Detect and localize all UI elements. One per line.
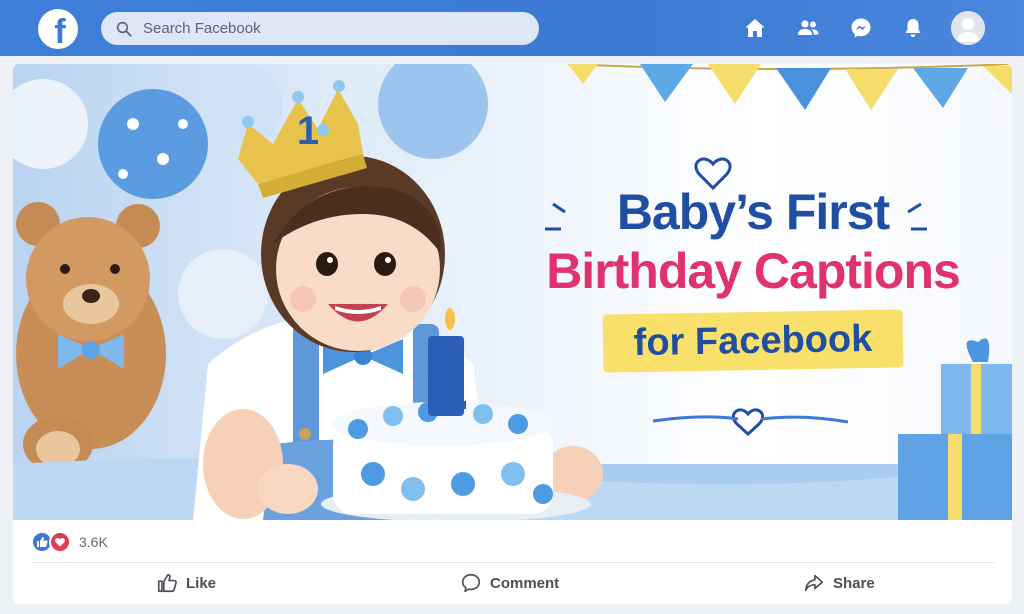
facebook-logo[interactable]: f: [38, 9, 78, 51]
home-icon: [745, 19, 765, 37]
user-silhouette-icon: [951, 11, 985, 45]
post-image-headline: Baby’s First Birthday Captions for Faceb…: [543, 184, 963, 373]
like-button[interactable]: Like: [156, 568, 216, 598]
comment-icon: [461, 573, 481, 593]
headline-line-2: Birthday Captions: [546, 243, 961, 299]
heart-icon: [55, 538, 65, 547]
search-bar[interactable]: [101, 12, 539, 45]
post-card: 1 1 Baby’s First Birthday Captions for F…: [13, 64, 1012, 604]
post-image[interactable]: 1 1 Baby’s First Birthday Captions for F…: [13, 64, 1012, 520]
bell-icon: [905, 19, 921, 37]
thumbs-up-icon: [37, 537, 48, 547]
reaction-count: 3.6K: [79, 534, 108, 550]
messenger-button[interactable]: [847, 14, 875, 42]
like-label: Like: [186, 574, 217, 592]
share-icon: [804, 574, 824, 592]
love-reaction-icon: [49, 531, 71, 553]
share-label: Share: [833, 574, 875, 592]
search-input[interactable]: [143, 20, 503, 37]
search-icon: [116, 21, 132, 37]
headline-line-1: Baby’s First: [616, 184, 890, 240]
profile-avatar[interactable]: [951, 11, 985, 45]
actions-divider: [31, 562, 994, 563]
messenger-icon: [851, 18, 871, 38]
comment-button[interactable]: Comment: [460, 568, 559, 598]
share-button[interactable]: Share: [803, 568, 875, 598]
comment-label: Comment: [490, 574, 560, 592]
home-button[interactable]: [741, 14, 769, 42]
crown-number: 1: [297, 109, 319, 153]
headline-line-3: for Facebook: [633, 317, 873, 364]
reactions-summary[interactable]: 3.6K: [31, 530, 108, 554]
friends-icon: [798, 20, 819, 35]
facebook-logo-letter: f: [54, 13, 66, 51]
friends-button[interactable]: [794, 14, 822, 42]
thumbs-up-icon: [157, 573, 177, 593]
headline-ribbon: for Facebook: [602, 309, 904, 373]
top-navigation-bar: f: [0, 0, 1024, 56]
notifications-button[interactable]: [899, 14, 927, 42]
candle-number: 1: [424, 337, 469, 426]
